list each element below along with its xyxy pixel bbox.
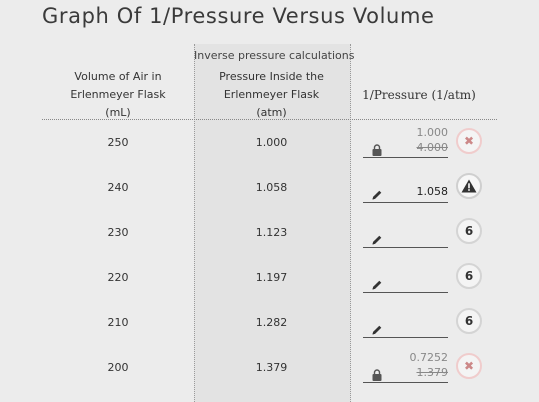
header-inverse: 1/Pressure (1/atm) [349, 74, 489, 116]
attempts-badge[interactable]: 6 [456, 308, 482, 334]
corrected-value: 0.7252 [409, 351, 449, 364]
table-row: 200 1.379 0.7252 1.379 ✖ [42, 345, 539, 390]
header-pressure: Pressure Inside the Erlenmeyer Flask (at… [194, 70, 349, 119]
pressure-cell: 1.282 [255, 316, 288, 329]
pressure-cell: 1.000 [255, 136, 288, 149]
x-icon: ✖ [463, 359, 475, 373]
attempts-count: 6 [464, 314, 474, 328]
inverse-pressure-input[interactable] [363, 306, 448, 338]
incorrect-badge[interactable]: ✖ [456, 128, 482, 154]
page-title: Graph Of 1/Pressure Versus Volume [42, 4, 435, 28]
entered-value-struck: 4.000 [416, 141, 449, 154]
warning-icon [461, 179, 477, 193]
data-table: Inverse pressure calculations Volume of … [42, 44, 539, 402]
entered-value: 1.058 [416, 185, 449, 198]
volume-cell: 220 [107, 271, 129, 284]
attempts-count: 6 [464, 269, 474, 283]
header-inverse-text: 1/Pressure (1/atm) [362, 88, 476, 102]
volume-cell: 200 [107, 361, 129, 374]
attempts-badge[interactable]: 6 [456, 263, 482, 289]
pencil-icon [371, 321, 383, 335]
table-row: 210 1.282 6 [42, 300, 539, 345]
attempts-count: 6 [464, 224, 474, 238]
x-icon: ✖ [463, 134, 475, 148]
table-row: 230 1.123 6 [42, 210, 539, 255]
inverse-pressure-input: 1.000 4.000 [363, 126, 448, 158]
attempts-badge[interactable]: 6 [456, 218, 482, 244]
pencil-icon [371, 276, 383, 290]
incorrect-badge[interactable]: ✖ [456, 353, 482, 379]
group-label: Inverse pressure calculations [194, 49, 355, 62]
warning-badge[interactable] [456, 173, 482, 199]
pressure-cell: 1.058 [255, 181, 288, 194]
entered-value-struck: 1.379 [416, 366, 449, 379]
lock-icon [371, 366, 383, 381]
volume-cell: 250 [107, 136, 129, 149]
pencil-icon [371, 186, 383, 200]
pressure-cell: 1.123 [255, 226, 288, 239]
table-row: 250 1.000 1.000 4.000 ✖ [42, 120, 539, 165]
table-row: 220 1.197 6 [42, 255, 539, 300]
inverse-pressure-input[interactable] [363, 261, 448, 293]
pencil-icon [371, 231, 383, 245]
corrected-value: 1.000 [416, 126, 449, 139]
volume-cell: 230 [107, 226, 129, 239]
volume-cell: 240 [107, 181, 129, 194]
pressure-cell: 1.379 [255, 361, 288, 374]
header-pressure-text: Pressure Inside the Erlenmeyer Flask (at… [219, 70, 324, 119]
header-volume-text: Volume of Air in Erlenmeyer Flask (mL) [70, 70, 166, 119]
inverse-pressure-input[interactable]: 1.058 [363, 171, 448, 203]
inverse-pressure-input: 0.7252 1.379 [363, 351, 448, 383]
inverse-pressure-input[interactable] [363, 216, 448, 248]
lock-icon [371, 141, 383, 156]
table-row: 240 1.058 1.058 [42, 165, 539, 210]
pressure-cell: 1.197 [255, 271, 288, 284]
volume-cell: 210 [107, 316, 129, 329]
header-volume: Volume of Air in Erlenmeyer Flask (mL) [42, 70, 194, 119]
